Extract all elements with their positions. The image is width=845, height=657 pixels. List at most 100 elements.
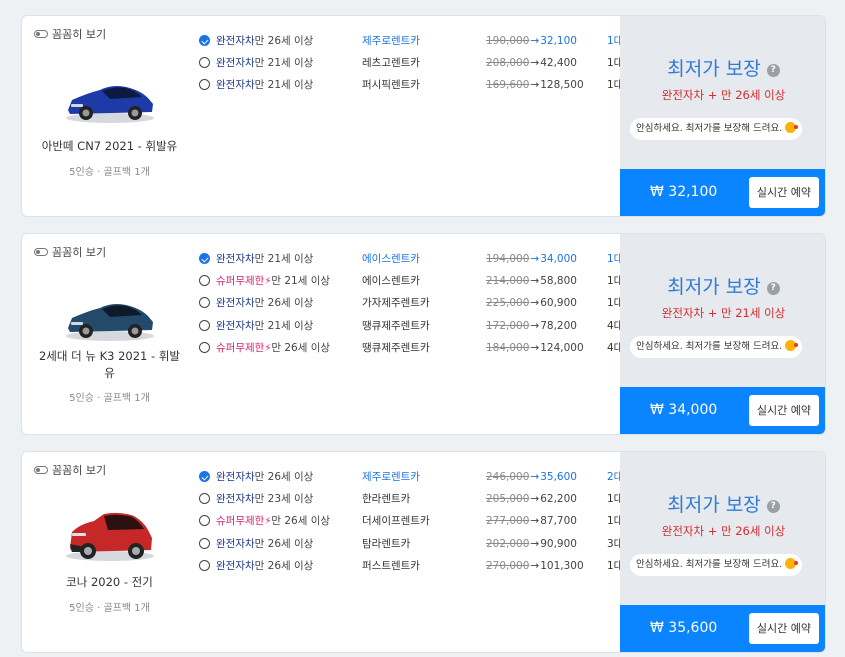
- offer-row[interactable]: 슈퍼무제한⚡만 21세 이상 에이스렌트카 214,000→58,800 1대: [199, 273, 623, 295]
- car-info: 꼼꼼히 보기 코나 2020 - 전기 5인승 · 골프백 1개: [22, 452, 197, 652]
- car-name: 2세대 더 뉴 K3 2021 - 휘발유: [38, 349, 180, 380]
- insurance-type: 완전자차: [216, 537, 255, 550]
- offer-row[interactable]: 완전자차만 21세 이상 퍼시픽렌트카 169,600→128,500 1대: [199, 77, 623, 99]
- car-name: 아반떼 CN7 2021 - 휘발유: [41, 139, 178, 153]
- offer-radio[interactable]: [199, 537, 210, 549]
- offer-row[interactable]: 슈퍼무제한⚡만 26세 이상 더세이프렌트카 277,000→87,700 1대: [199, 513, 623, 535]
- wink-emoji-icon: [785, 340, 799, 351]
- driver-age: 만 26세 이상: [271, 341, 331, 354]
- offer-price: 184,000→124,000: [486, 340, 584, 356]
- arrow-right-icon: →: [530, 57, 540, 70]
- total-price: ₩ 35,600: [650, 620, 718, 636]
- offer-radio[interactable]: [199, 297, 210, 309]
- offer-row[interactable]: 완전자차만 26세 이상 제주로렌트카 190,000→32,100 1대: [199, 33, 623, 55]
- offer-price: 169,600→128,500: [486, 77, 584, 93]
- offer-radio[interactable]: [199, 253, 210, 264]
- price-bar: ₩ 32,100 실시간 예약: [620, 169, 825, 216]
- best-price-panel: 최저가 보장 ? 완전자차 + 만 26세 이상 안심하세요. 최저가를 보장해…: [620, 16, 825, 216]
- offer-radio[interactable]: [199, 275, 210, 287]
- rental-company: 레츠고렌트카: [362, 57, 420, 70]
- offer-radio[interactable]: [199, 559, 210, 571]
- offer-row[interactable]: 완전자차만 26세 이상 탐라렌트카 202,000→90,900 3대: [199, 536, 623, 558]
- offer-radio[interactable]: [199, 471, 210, 482]
- realtime-reserve-button[interactable]: 실시간 예약: [748, 395, 819, 426]
- best-price-title-text: 최저가 보장: [667, 58, 761, 80]
- discount-price: 34,000: [540, 253, 577, 265]
- offer-row[interactable]: 완전자차만 26세 이상 제주로렌트카 246,000→35,600 2대: [199, 469, 623, 491]
- offer-price: 225,000→60,900: [486, 295, 577, 311]
- offer-row[interactable]: 완전자차만 21세 이상 에이스렌트카 194,000→34,000 1대: [199, 251, 623, 273]
- original-price: 277,000: [486, 515, 530, 528]
- help-icon[interactable]: ?: [766, 282, 780, 295]
- wink-emoji-icon: [785, 558, 799, 569]
- insurance-info: 완전자차만 26세 이상: [216, 558, 313, 574]
- offer-row[interactable]: 완전자차만 21세 이상 레츠고렌트카 208,000→42,400 1대: [199, 55, 623, 77]
- insurance-info: 슈퍼무제한⚡만 26세 이상: [216, 340, 330, 357]
- help-icon[interactable]: ?: [766, 500, 780, 513]
- offer-radio[interactable]: [199, 79, 210, 91]
- discount-price: 42,400: [540, 57, 577, 70]
- best-price-note: 안심하세요. 최저가를 보장해 드려요.: [630, 336, 803, 358]
- rental-car-list: 꼼꼼히 보기 아반떼 CN7 2021 - 휘발유 5인승 · 골프백 1개 완…: [0, 0, 845, 657]
- driver-age: 만 26세 이상: [254, 471, 314, 483]
- offer-row[interactable]: 완전자차만 21세 이상 땡큐제주렌트카 172,000→78,200 4대: [199, 318, 623, 340]
- offer-radio[interactable]: [199, 493, 210, 505]
- best-price-title: 최저가 보장 ?: [620, 272, 825, 299]
- car-card: 꼼꼼히 보기 코나 2020 - 전기 5인승 · 골프백 1개 완전자차만 2…: [21, 451, 826, 653]
- offer-row[interactable]: 완전자차만 26세 이상 가자제주렌트카 225,000→60,900 1대: [199, 295, 623, 317]
- driver-age: 만 21세 이상: [254, 253, 314, 265]
- offer-radio[interactable]: [199, 35, 210, 46]
- rental-company: 에이스렌트카: [362, 275, 420, 288]
- original-price: 172,000: [486, 319, 530, 332]
- realtime-reserve-button[interactable]: 실시간 예약: [748, 613, 819, 644]
- offer-row[interactable]: 완전자차만 26세 이상 퍼스트렌트카 270,000→101,300 1대: [199, 558, 623, 580]
- offer-radio[interactable]: [199, 341, 210, 353]
- offer-radio[interactable]: [199, 515, 210, 527]
- detail-view-toggle[interactable]: 꼼꼼히 보기: [34, 244, 106, 260]
- driver-age: 만 26세 이상: [271, 515, 331, 528]
- driver-age: 만 26세 이상: [254, 537, 314, 550]
- insurance-info: 완전자차만 21세 이상: [216, 318, 313, 334]
- offer-row[interactable]: 슈퍼무제한⚡만 26세 이상 땡큐제주렌트카 184,000→124,000 4대: [199, 340, 623, 362]
- offer-radio[interactable]: [199, 319, 210, 331]
- best-price-title-text: 최저가 보장: [667, 276, 761, 298]
- offer-row[interactable]: 완전자차만 23세 이상 한라렌트카 205,000→62,200 1대: [199, 491, 623, 513]
- insurance-type: 완전자차: [216, 297, 255, 310]
- original-price: 184,000: [486, 341, 530, 354]
- driver-age: 만 26세 이상: [254, 297, 314, 310]
- price-bar: ₩ 34,000 실시간 예약: [620, 387, 825, 434]
- insurance-type: 완전자차: [216, 559, 255, 572]
- best-price-condition: 완전자차 + 만 26세 이상: [661, 524, 786, 538]
- insurance-type: 완전자차: [216, 35, 255, 47]
- original-price: 208,000: [486, 57, 530, 70]
- detail-view-toggle[interactable]: 꼼꼼히 보기: [34, 462, 106, 478]
- rental-company: 한라렌트카: [362, 493, 411, 506]
- original-price: 194,000: [486, 253, 530, 265]
- car-spec: 5인승 · 골프백 1개: [69, 393, 150, 404]
- driver-age: 만 21세 이상: [271, 275, 331, 288]
- detail-view-toggle[interactable]: 꼼꼼히 보기: [34, 26, 106, 42]
- offer-radio[interactable]: [199, 57, 210, 69]
- insurance-type: 완전자차: [216, 471, 255, 483]
- insurance-info: 완전자차만 21세 이상: [216, 251, 313, 267]
- insurance-type: 완전자차: [216, 319, 255, 332]
- best-price-note-text: 안심하세요. 최저가를 보장해 드려요.: [636, 341, 783, 352]
- original-price: 246,000: [486, 471, 530, 483]
- insurance-info: 완전자차만 26세 이상: [216, 536, 313, 552]
- insurance-info: 완전자차만 23세 이상: [216, 491, 313, 507]
- offer-price: 208,000→42,400: [486, 55, 577, 71]
- discount-price: 101,300: [540, 559, 584, 572]
- arrow-right-icon: →: [530, 297, 540, 310]
- insurance-type: 완전자차: [216, 79, 255, 92]
- insurance-info: 완전자차만 21세 이상: [216, 77, 313, 93]
- discount-price: 32,100: [540, 35, 577, 47]
- car-info: 꼼꼼히 보기 아반떼 CN7 2021 - 휘발유 5인승 · 골프백 1개: [22, 16, 197, 216]
- rental-company: 제주로렌트카: [362, 471, 420, 483]
- driver-age: 만 26세 이상: [254, 35, 314, 47]
- offer-price: 202,000→90,900: [486, 536, 577, 552]
- price-bar: ₩ 35,600 실시간 예약: [620, 605, 825, 652]
- realtime-reserve-button[interactable]: 실시간 예약: [748, 177, 819, 208]
- rental-company: 제주로렌트카: [362, 35, 420, 47]
- detail-view-label: 꼼꼼히 보기: [52, 464, 107, 477]
- help-icon[interactable]: ?: [766, 64, 780, 77]
